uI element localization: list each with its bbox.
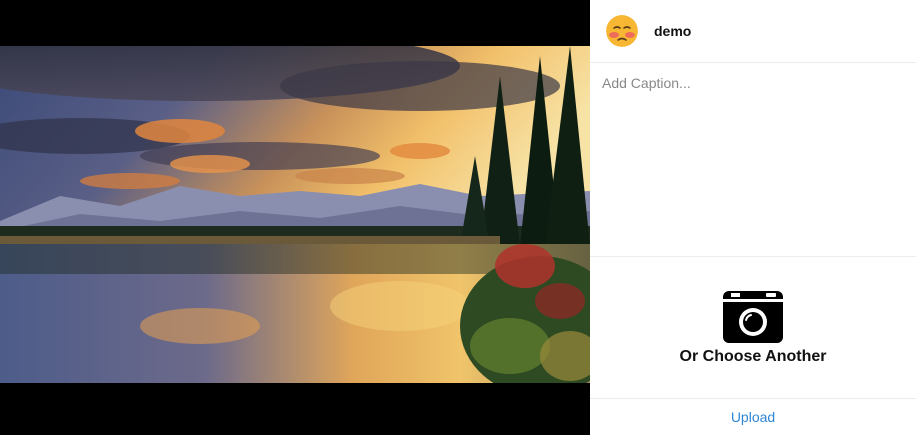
username: demo — [654, 23, 692, 39]
post-composer-panel: demo Or Choose Another Upload — [590, 0, 916, 435]
choose-another-label: Or Choose Another — [679, 347, 827, 365]
caption-area — [590, 63, 916, 257]
camera-icon — [723, 290, 783, 343]
user-header: demo — [590, 0, 916, 63]
photo-preview — [0, 0, 590, 435]
upload-button[interactable]: Upload — [731, 409, 775, 425]
sad-face-emoji-icon — [606, 15, 638, 47]
choose-another-button[interactable]: Or Choose Another — [590, 257, 916, 399]
landscape-photo — [0, 46, 590, 383]
upload-area: Upload — [590, 399, 916, 435]
caption-input[interactable] — [602, 75, 904, 244]
